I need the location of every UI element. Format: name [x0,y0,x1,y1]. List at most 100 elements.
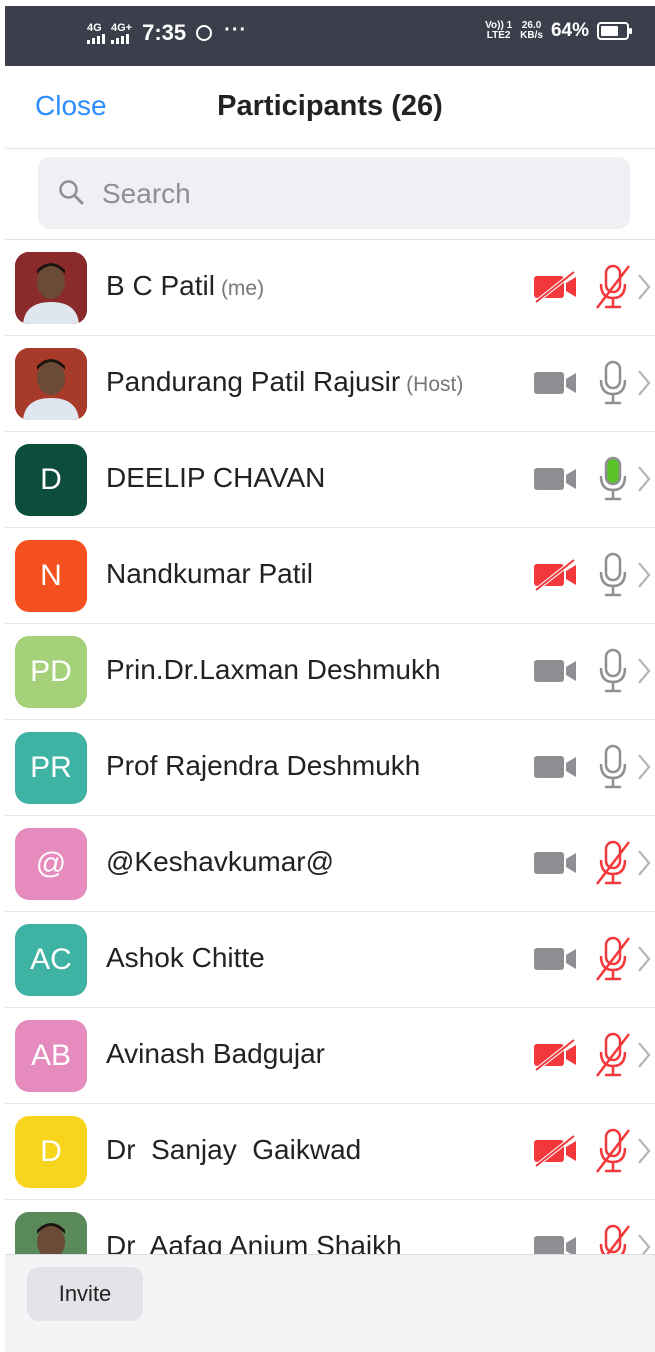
clock: 7:35 [142,20,187,45]
avatar: PD [15,636,87,708]
participant-name: DEELIP CHAVAN [106,462,325,494]
header: Close Participants (26) [5,66,655,149]
participant-name: Prin.Dr.Laxman Deshmukh [106,654,441,686]
participant-name: Dr Aafaq Anjum Shaikh [106,1230,402,1254]
avatar-initials: PD [30,655,72,688]
chevron-right-icon[interactable] [637,369,651,397]
participant-row[interactable]: PD Prin.Dr.Laxman Deshmukh [5,624,655,720]
avatar: AB [15,1020,87,1092]
participant-row[interactable]: D Dr Sanjay Gaikwad [5,1104,655,1200]
avatar: @ [15,828,87,900]
sim2-signal-icon: 4G+ [111,22,132,44]
avatar [15,348,87,420]
participant-row[interactable]: PR Prof Rajendra Deshmukh [5,720,655,816]
microphone-icon [593,552,633,598]
chevron-right-icon[interactable] [637,657,651,685]
participant-name: Dr Sanjay Gaikwad [106,1134,361,1166]
video-camera-icon [533,367,577,399]
microphone-icon [593,456,633,502]
avatar-initials: AC [30,943,72,976]
participant-name: B C Patil (me) [106,270,264,302]
chevron-right-icon[interactable] [637,465,651,493]
participant-name-text: B C Patil [106,270,215,301]
participant-name-text: Pandurang Patil Rajusir [106,366,401,397]
microphone-icon [593,648,633,694]
avatar-initials: PR [30,751,72,784]
participant-row[interactable]: @ @Keshavkumar@ [5,816,655,912]
participant-row[interactable]: N Nandkumar Patil [5,528,655,624]
participant-name: Ashok Chitte [106,942,265,974]
speed-unit: KB/s [520,30,543,41]
video-off-icon [533,558,577,592]
search-input[interactable] [100,171,604,217]
bottom-toolbar: Invite [5,1254,655,1352]
chevron-right-icon[interactable] [637,1137,651,1165]
participant-role-badge: (me) [220,277,265,300]
participants-list[interactable]: B C Patil (me) Pandurang Patil Rajusir (Hos… [5,240,655,1254]
participant-name-text: Ashok Chitte [106,942,265,973]
battery-percent: 64% [550,20,589,41]
avatar-initials: N [40,559,62,592]
avatar-initials: D [40,1135,62,1168]
participant-row[interactable]: D DEELIP CHAVAN [5,432,655,528]
chevron-right-icon[interactable] [637,273,651,301]
chevron-right-icon[interactable] [637,753,651,781]
chevron-right-icon[interactable] [637,849,651,877]
mic-muted-icon [593,264,633,310]
sim1-signal-icon: 4G [87,21,105,44]
mic-muted-icon [593,1224,633,1254]
video-camera-icon [533,847,577,879]
mic-muted-icon [593,1032,633,1078]
whatsapp-icon [196,25,213,41]
chevron-right-icon[interactable] [637,1041,651,1069]
video-camera-icon [533,751,577,783]
mic-muted-icon [593,936,633,982]
avatar: D [15,444,87,516]
participant-row[interactable]: Dr Aafaq Anjum Shaikh [5,1200,655,1254]
video-camera-icon [533,655,577,687]
participant-name: @Keshavkumar@ [106,846,334,878]
participant-role-badge: (Host) [406,373,464,396]
participant-name: Avinash Badgujar [106,1038,325,1070]
participant-name: Prof Rajendra Deshmukh [106,750,420,782]
search-icon [59,180,84,205]
invite-button[interactable]: Invite [27,1267,143,1321]
participant-name-text: Dr Sanjay Gaikwad [106,1134,362,1165]
avatar: D [15,1116,87,1188]
sim1-network-label: 4G [87,21,102,34]
participant-row[interactable]: AB Avinash Badgujar [5,1008,655,1104]
participant-name-text: Avinash Badgujar [106,1038,325,1069]
chevron-right-icon[interactable] [637,945,651,973]
participant-name-text: DEELIP CHAVAN [106,462,326,493]
avatar-initials: @ [35,847,67,880]
avatar-initials: D [40,463,62,496]
chevron-right-icon[interactable] [637,561,651,589]
avatar: N [15,540,87,612]
video-camera-icon [533,463,577,495]
participant-name: Pandurang Patil Rajusir (Host) [106,366,463,398]
page-title: Participants (26) [217,90,443,122]
search-bar [5,149,655,240]
participant-row[interactable]: AC Ashok Chitte [5,912,655,1008]
network-speed: 26.0 KB/s [520,21,543,41]
battery-icon [597,22,632,40]
video-off-icon [533,1038,577,1072]
avatar [15,1212,87,1254]
avatar [15,252,87,324]
volte-icon: Vo)) 1 LTE2 [485,21,512,41]
status-bar: 4G 4G+ 7:35 ··· Vo)) 1 LTE2 26.0 KB/s 64… [5,6,655,66]
participant-row[interactable]: B C Patil (me) [5,240,655,336]
avatar: AC [15,924,87,996]
search-field[interactable] [38,157,630,229]
more-notifications-icon: ··· [224,18,248,41]
participant-name-text: @Keshavkumar@ [106,846,335,877]
mic-muted-icon [593,840,633,886]
video-off-icon [533,1134,577,1168]
participant-name-text: Prin.Dr.Laxman Deshmukh [106,654,441,685]
participant-name-text: Dr Aafaq Anjum Shaikh [106,1230,402,1254]
avatar: PR [15,732,87,804]
participant-row[interactable]: Pandurang Patil Rajusir (Host) [5,336,655,432]
video-off-icon [533,270,577,304]
chevron-right-icon[interactable] [637,1233,651,1254]
video-camera-icon [533,1231,577,1254]
